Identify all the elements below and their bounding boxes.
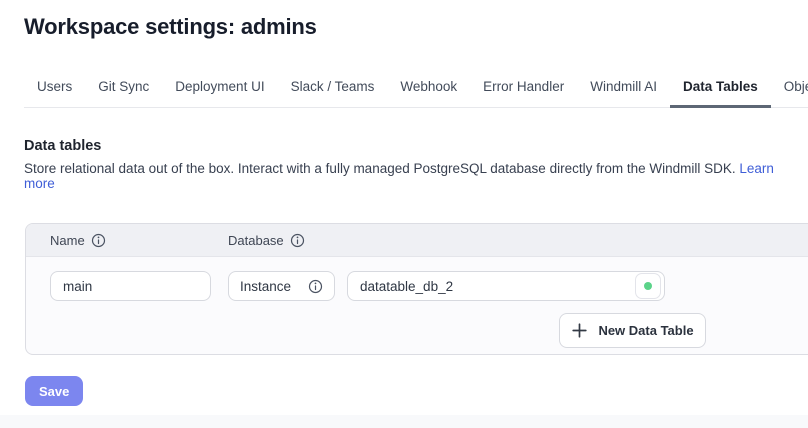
info-icon[interactable] [290, 233, 305, 248]
column-header-database: Database [228, 233, 305, 248]
plus-icon [571, 322, 588, 339]
tab-slack-teams[interactable]: Slack / Teams [278, 79, 388, 108]
tab-webhook[interactable]: Webhook [387, 79, 470, 108]
page-title: Workspace settings: admins [24, 14, 808, 40]
table-name-input[interactable] [51, 272, 210, 300]
table-header-row: Name Database [26, 224, 808, 257]
page-bottom-background [0, 415, 808, 428]
tab-object-storage[interactable]: Object Storage [771, 79, 808, 108]
name-header-label: Name [50, 233, 85, 248]
data-tables-panel: Name Database Instance New Data Tabl [25, 223, 808, 355]
database-name-field[interactable] [347, 271, 665, 301]
new-data-table-button[interactable]: New Data Table [559, 313, 706, 348]
database-kind-value: Instance [240, 279, 291, 294]
info-icon[interactable] [308, 279, 323, 294]
tab-deployment-ui[interactable]: Deployment UI [162, 79, 277, 108]
connection-status-badge[interactable] [635, 273, 661, 299]
settings-tabbar: Users Git Sync Deployment UI Slack / Tea… [24, 79, 808, 108]
info-icon[interactable] [91, 233, 106, 248]
database-name-input[interactable] [348, 272, 664, 300]
tab-users[interactable]: Users [24, 79, 85, 108]
column-header-name: Name [50, 233, 228, 248]
save-button[interactable]: Save [25, 376, 83, 406]
database-kind-select[interactable]: Instance [228, 271, 335, 301]
section-heading: Data tables [24, 138, 808, 154]
table-name-field[interactable] [50, 271, 211, 301]
section-description: Store relational data out of the box. In… [24, 161, 808, 191]
tab-git-sync[interactable]: Git Sync [85, 79, 162, 108]
tab-error-handler[interactable]: Error Handler [470, 79, 577, 108]
status-ok-dot [644, 282, 652, 290]
tab-data-tables[interactable]: Data Tables [670, 79, 771, 108]
description-text: Store relational data out of the box. In… [24, 161, 736, 176]
tab-windmill-ai[interactable]: Windmill AI [577, 79, 670, 108]
database-header-label: Database [228, 233, 284, 248]
new-data-table-label: New Data Table [598, 323, 693, 338]
